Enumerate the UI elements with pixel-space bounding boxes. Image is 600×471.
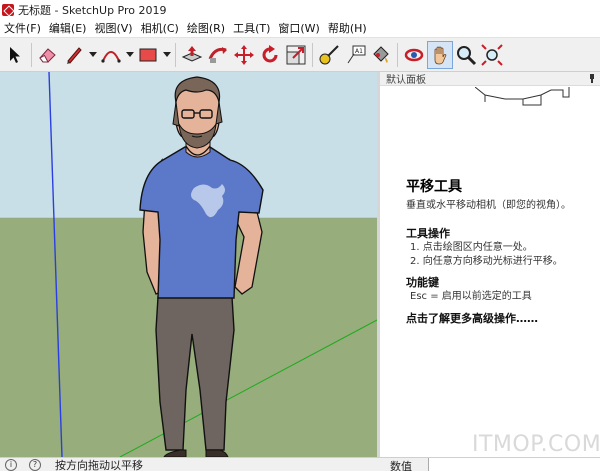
toolbar-separator — [312, 42, 313, 67]
step-item: 2. 向任意方向移动光标进行平移。 — [410, 256, 563, 267]
drawing-area[interactable] — [0, 72, 377, 457]
select-arrow-icon — [10, 46, 20, 63]
section-title: 功能键 — [406, 276, 439, 289]
toolbar-separator — [175, 42, 176, 67]
eraser-tool-button[interactable] — [35, 41, 61, 69]
instructor-panel: 平移工具 垂直或水平移动相机（即您的视角）。 工具操作 1. 点击绘图区内任意一… — [406, 176, 596, 326]
zoom-tool-button[interactable] — [453, 41, 479, 69]
push-pull-tool-button[interactable] — [179, 41, 205, 69]
instructor-heading: 平移工具 — [406, 179, 462, 195]
status-bar: i ? 按方向拖动以平移 数值 — [0, 457, 600, 471]
tool-operation-section: 工具操作 1. 点击绘图区内任意一处。 2. 向任意方向移动光标进行平移。 — [406, 225, 596, 269]
menu-camera[interactable]: 相机(C) — [137, 20, 183, 36]
measurements-label: 数值 — [390, 460, 412, 471]
menu-tools[interactable]: 工具(T) — [229, 20, 274, 36]
tray-title: 默认面板 — [386, 75, 426, 86]
sketchup-logo-icon — [2, 3, 14, 16]
menu-file[interactable]: 文件(F) — [0, 20, 45, 36]
pencil-line-icon — [67, 46, 82, 64]
rectangle-icon — [139, 48, 157, 61]
paint-bucket-tool-button[interactable] — [368, 41, 394, 69]
menu-help[interactable]: 帮助(H) — [324, 20, 371, 36]
text-icon: A1 — [347, 45, 366, 63]
pan-hand-icon — [434, 46, 447, 64]
toolbar-separator — [397, 42, 398, 67]
scale-icon — [286, 45, 306, 64]
menu-bar: 文件(F) 编辑(E) 视图(V) 相机(C) 绘图(R) 工具(T) 窗口(W… — [0, 19, 600, 38]
menu-window[interactable]: 窗口(W) — [274, 20, 323, 36]
rotate-tool-button[interactable] — [257, 41, 283, 69]
title-bar: 无标题 - SketchUp Pro 2019 — [0, 0, 600, 19]
geolocation-icon[interactable]: i — [5, 458, 17, 471]
pin-icon[interactable] — [588, 73, 596, 84]
large-toolset: A1 — [0, 38, 600, 72]
advanced-operations-link[interactable]: 点击了解更多高级操作…… — [406, 310, 596, 326]
status-hint: 按方向拖动以平移 — [55, 458, 143, 471]
tape-measure-tool-button[interactable] — [316, 41, 342, 69]
arc-tool-button[interactable] — [98, 41, 124, 69]
tray-header: 默认面板 — [380, 72, 600, 86]
menu-draw[interactable]: 绘图(R) — [183, 20, 229, 36]
line-tool-button[interactable] — [61, 41, 87, 69]
modifier-keys-section: 功能键 Esc = 启用以前选定的工具 — [406, 274, 596, 304]
orbit-icon — [404, 48, 424, 61]
toolbar-separator — [31, 42, 32, 67]
arc-tools-dropdown[interactable] — [124, 41, 135, 69]
push-pull-icon — [181, 45, 203, 62]
tape-measure-icon — [319, 44, 339, 64]
default-tray: 默认面板 平移工具 垂直或水平移动相机（即您的视角）。 工具操作 1. 点击绘图… — [377, 72, 600, 457]
move-icon — [234, 44, 254, 65]
line-tools-dropdown[interactable] — [87, 41, 98, 69]
info-icon[interactable]: ? — [29, 458, 41, 471]
instructor-description: 垂直或水平移动相机（即您的视角）。 — [406, 200, 571, 211]
shape-tools-dropdown[interactable] — [161, 41, 172, 69]
instructor-illustration — [475, 87, 570, 106]
section-title: 工具操作 — [406, 227, 450, 240]
zoom-extents-icon — [481, 43, 503, 66]
eraser-icon — [39, 47, 56, 62]
rectangle-tool-button[interactable] — [135, 41, 161, 69]
orbit-tool-button[interactable] — [401, 41, 427, 69]
arc-icon — [101, 50, 121, 63]
zoom-extents-tool-button[interactable] — [479, 41, 505, 69]
rotate-icon — [262, 44, 278, 62]
step-item: Esc = 启用以前选定的工具 — [410, 291, 532, 302]
menu-edit[interactable]: 编辑(E) — [45, 20, 91, 36]
window-title: 无标题 - SketchUp Pro 2019 — [18, 3, 167, 17]
follow-me-icon — [208, 46, 227, 63]
step-item: 1. 点击绘图区内任意一处。 — [410, 242, 533, 253]
move-tool-button[interactable] — [231, 41, 257, 69]
pan-tool-button[interactable] — [427, 40, 453, 69]
menu-view[interactable]: 视图(V) — [90, 20, 136, 36]
follow-me-tool-button[interactable] — [205, 41, 231, 69]
select-tool-button[interactable] — [2, 41, 28, 69]
text-tool-button[interactable]: A1 — [342, 41, 368, 69]
svg-text:A1: A1 — [355, 48, 363, 55]
site-watermark: ITMOP.COM — [472, 432, 600, 457]
measurements-box[interactable] — [428, 458, 600, 471]
scale-tool-button[interactable] — [283, 41, 309, 69]
zoom-icon — [457, 45, 477, 65]
paint-bucket-icon — [373, 45, 389, 63]
